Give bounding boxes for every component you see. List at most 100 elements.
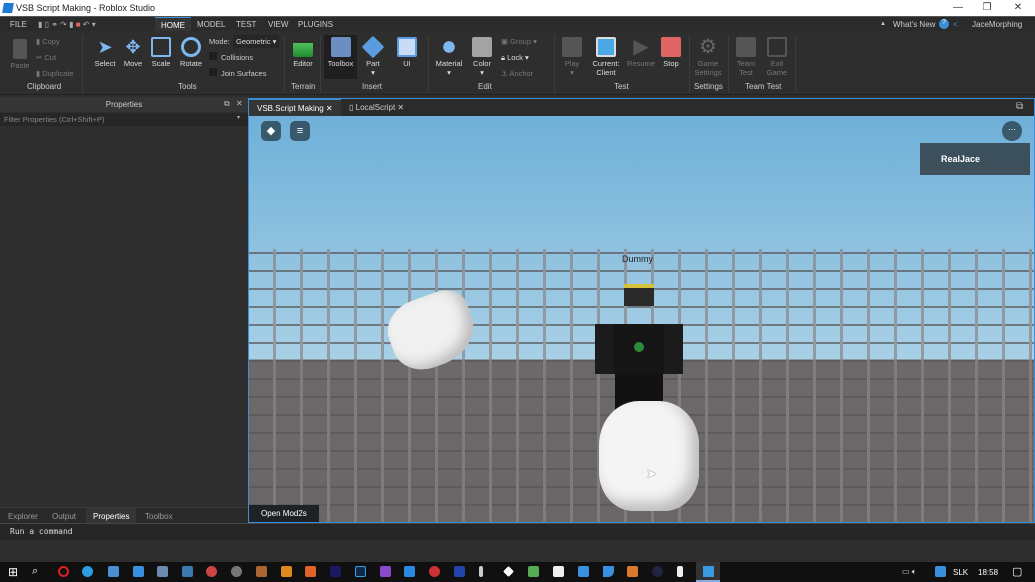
paste-button[interactable]: Paste: [8, 39, 32, 70]
app-icon[interactable]: [553, 566, 564, 577]
notifications-icon[interactable]: ▢: [1012, 565, 1022, 578]
fl-studio-icon[interactable]: [305, 566, 316, 577]
roblox-studio-taskbar-button[interactable]: [696, 562, 720, 582]
app-icon[interactable]: [231, 566, 242, 577]
team-icon: [736, 37, 756, 57]
game-settings-button[interactable]: ⚙ Game Settings: [694, 37, 722, 77]
scale-tool-button[interactable]: Scale: [149, 37, 173, 68]
anchor-button[interactable]: ⚓︎ Anchor: [501, 69, 533, 78]
maximize-viewport-icon[interactable]: ⧉: [1016, 101, 1023, 112]
tab-vsb-script-making[interactable]: VSB.Script Making ✕: [249, 99, 341, 116]
more-options-icon[interactable]: ⋯: [1002, 121, 1022, 141]
tab-localscript[interactable]: ▯ LocalScript ✕: [341, 99, 412, 116]
duplicate-button[interactable]: ▮ Duplicate: [36, 69, 74, 78]
app-icon[interactable]: [627, 566, 638, 577]
app-icon[interactable]: [157, 566, 168, 577]
keyboard-language[interactable]: SLK: [953, 568, 968, 577]
visual-studio-icon[interactable]: [380, 566, 391, 577]
game-scene[interactable]: ◆ ≡ ⋯ RealJace Dummy ➤ Open Mod2s: [249, 116, 1034, 522]
cut-button[interactable]: ✂ Cut: [36, 53, 56, 62]
material-button[interactable]: Material ▾: [434, 37, 464, 77]
tab-test[interactable]: TEST: [236, 20, 256, 29]
tab-model[interactable]: MODEL: [197, 20, 225, 29]
file-menu[interactable]: FILE: [10, 20, 27, 29]
user-menu[interactable]: JaceMorphing: [972, 20, 1022, 29]
tab-explorer[interactable]: Explorer: [8, 512, 38, 521]
steam-icon[interactable]: [182, 566, 193, 577]
group-button[interactable]: ▣ Group ▾: [501, 37, 537, 46]
windows-start-icon[interactable]: ⊞: [8, 565, 18, 579]
app-icon[interactable]: [256, 566, 267, 577]
photoshop-icon[interactable]: [355, 566, 366, 577]
tab-output[interactable]: Output: [52, 512, 76, 521]
tab-plugins[interactable]: PLUGINS: [298, 20, 333, 29]
collapse-ribbon-icon[interactable]: ▲: [880, 21, 886, 27]
tab-toolbox[interactable]: Toolbox: [145, 512, 173, 521]
player-list-entry[interactable]: RealJace: [920, 143, 1030, 175]
app-icon[interactable]: [108, 566, 119, 577]
rotate-tool-button[interactable]: Rotate: [178, 37, 204, 68]
app-icon[interactable]: [429, 566, 440, 577]
color-button[interactable]: Color ▾: [470, 37, 494, 77]
exit-game-button[interactable]: Exit Game: [765, 37, 789, 77]
app-icon[interactable]: [578, 566, 589, 577]
filter-properties-input[interactable]: Filter Properties (Ctrl+Shift+P): [0, 113, 248, 126]
close-panel-icon[interactable]: ✕: [236, 99, 243, 108]
app-icon[interactable]: [206, 566, 217, 577]
dummy-character[interactable]: [594, 284, 689, 414]
system-tray-icons[interactable]: ▭ 🔈︎: [902, 567, 917, 577]
lock-button[interactable]: 🔒︎ Lock ▾: [501, 53, 529, 63]
ui-button[interactable]: UI: [396, 37, 418, 68]
select-tool-button[interactable]: ➤ Select: [93, 37, 117, 68]
tab-properties[interactable]: Properties: [86, 508, 137, 524]
app-icon[interactable]: [603, 566, 614, 577]
filter-dropdown-icon[interactable]: ▾: [237, 114, 240, 121]
right-hand-glove: [599, 401, 699, 511]
toolbox-button[interactable]: Toolbox: [324, 35, 357, 79]
app-icon[interactable]: [454, 566, 465, 577]
current-client-button[interactable]: Current: Client: [590, 37, 622, 77]
vscode-icon[interactable]: [404, 566, 415, 577]
resume-button[interactable]: ▶ Resume: [626, 37, 656, 68]
mouse-cursor-icon: ➤: [646, 466, 657, 481]
team-test-button[interactable]: Team Test: [734, 37, 758, 77]
terrain-editor-button[interactable]: Editor: [290, 37, 316, 68]
command-bar[interactable]: Run a command: [0, 523, 1035, 540]
animate-icon[interactable]: [330, 566, 341, 577]
collisions-checkbox[interactable]: Collisions: [209, 52, 253, 62]
copy-button[interactable]: ▮ Copy: [36, 37, 60, 46]
app-tray-icon[interactable]: [935, 566, 946, 577]
share-icon[interactable]: <: [953, 20, 958, 29]
command-input[interactable]: Run a command: [10, 527, 73, 536]
sublime-icon[interactable]: [281, 566, 292, 577]
opera-icon[interactable]: [58, 566, 69, 577]
edge-icon[interactable]: [82, 566, 93, 577]
open-mods-button[interactable]: Open Mod2s: [249, 505, 319, 522]
tab-home[interactable]: HOME: [155, 17, 191, 32]
app-icon[interactable]: [528, 566, 539, 577]
mode-dropdown[interactable]: Geometric ▾: [233, 35, 280, 48]
quick-access-icons[interactable]: ▮ ▯ ⚭ ↷ ▮ ■ ↶ ▾: [38, 20, 118, 29]
close-button[interactable]: ✕: [1008, 2, 1028, 13]
whats-new-link[interactable]: What's New: [893, 20, 935, 29]
maximize-button[interactable]: ❐: [977, 2, 997, 13]
tab-view[interactable]: VIEW: [268, 20, 288, 29]
app-icon[interactable]: [503, 566, 514, 577]
stop-button[interactable]: Stop: [660, 37, 682, 68]
move-tool-button[interactable]: ✥ Move: [121, 37, 145, 68]
app-icon[interactable]: [677, 566, 683, 577]
app-icon[interactable]: [479, 566, 483, 577]
play-button[interactable]: Play ▾: [561, 37, 583, 77]
join-surfaces-checkbox[interactable]: Join Surfaces: [209, 68, 266, 78]
clock[interactable]: 18:58: [978, 568, 998, 577]
minimize-button[interactable]: —: [948, 2, 968, 13]
chat-icon[interactable]: ≡: [290, 121, 310, 141]
undock-icon[interactable]: ⧉: [224, 99, 230, 109]
roblox-menu-icon[interactable]: ◆: [261, 121, 281, 141]
search-icon[interactable]: ⌕: [32, 565, 38, 578]
part-button[interactable]: Part ▾: [361, 35, 385, 77]
app-icon[interactable]: [652, 566, 663, 577]
app-icon[interactable]: [133, 566, 144, 577]
ribbon: Paste ▮ Copy ✂ Cut ▮ Duplicate Clipboard…: [0, 31, 1035, 95]
help-icon[interactable]: ?: [939, 19, 949, 29]
